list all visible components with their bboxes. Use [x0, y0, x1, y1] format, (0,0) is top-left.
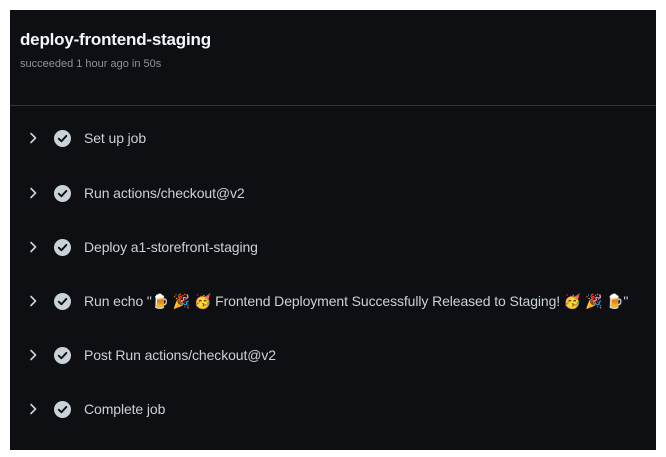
- step-label: Set up job: [84, 130, 147, 146]
- job-status-summary: succeeded 1 hour ago in 50s: [20, 58, 162, 70]
- chevron-right-icon[interactable]: [28, 402, 38, 416]
- check-circle-icon: [54, 184, 71, 202]
- step-row[interactable]: Post Run actions/checkout@v2: [10, 328, 656, 382]
- chevron-right-icon[interactable]: [28, 348, 38, 362]
- step-row[interactable]: Complete job: [10, 382, 656, 436]
- step-row[interactable]: Deploy a1-storefront-staging: [10, 220, 656, 274]
- step-row[interactable]: Run echo "🍺 🎉 🥳 Frontend Deployment Succ…: [10, 274, 656, 328]
- step-label: Run echo "🍺 🎉 🥳 Frontend Deployment Succ…: [84, 292, 629, 309]
- chevron-right-icon[interactable]: [28, 186, 38, 200]
- chevron-right-icon[interactable]: [28, 294, 38, 308]
- check-circle-icon: [54, 292, 71, 310]
- step-label: Post Run actions/checkout@v2: [84, 347, 276, 363]
- step-label: Deploy a1-storefront-staging: [84, 239, 258, 255]
- step-label: Complete job: [84, 401, 166, 417]
- chevron-right-icon[interactable]: [28, 131, 38, 145]
- step-row[interactable]: Set up job: [10, 106, 656, 166]
- job-title: deploy-frontend-staging: [20, 30, 211, 49]
- job-panel: deploy-frontend-staging succeeded 1 hour…: [10, 10, 656, 450]
- check-circle-icon: [54, 346, 71, 364]
- check-circle-icon: [54, 129, 71, 147]
- step-row[interactable]: Run actions/checkout@v2: [10, 166, 656, 220]
- step-list: Set up job Run actions/checkout@v2 Deplo…: [10, 106, 656, 436]
- check-circle-icon: [54, 400, 71, 418]
- step-label: Run actions/checkout@v2: [84, 185, 245, 201]
- chevron-right-icon[interactable]: [28, 240, 38, 254]
- check-circle-icon: [54, 238, 71, 256]
- job-header: deploy-frontend-staging succeeded 1 hour…: [10, 10, 656, 106]
